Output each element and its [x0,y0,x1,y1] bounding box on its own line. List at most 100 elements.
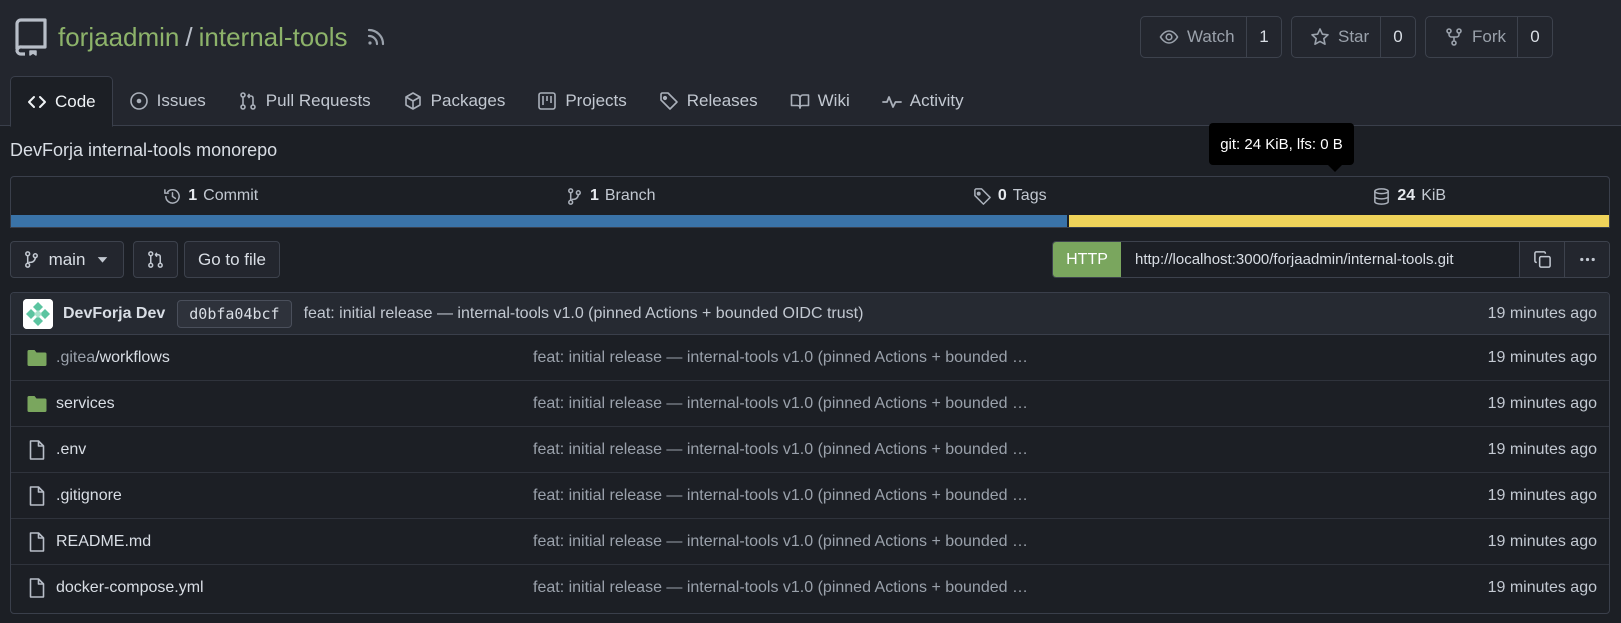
file-name[interactable]: README.md [56,533,533,551]
language-bar[interactable] [11,215,1609,227]
avatar[interactable] [23,298,53,329]
tab-releases[interactable]: Releases [643,76,774,126]
file-commit-time: 19 minutes ago [1487,579,1597,596]
size-tooltip: git: 24 KiB, lfs: 0 B [1209,123,1354,172]
tab-packages-label: Packages [430,91,506,110]
branch-name: main [48,249,86,269]
copy-url-button[interactable] [1519,242,1564,277]
watch-button[interactable]: Watch [1141,17,1246,57]
go-to-file-button[interactable]: Go to file [184,241,280,278]
file-name-prefix: .gitea [56,348,96,366]
watch-label: Watch [1187,27,1235,46]
fork-button[interactable]: Fork [1426,17,1517,57]
history-icon [163,187,182,206]
tab-wiki[interactable]: Wiki [774,76,866,126]
tab-packages[interactable]: Packages [387,76,522,126]
language-segment-blue[interactable] [11,215,1068,227]
watch-group: Watch 1 [1140,16,1282,58]
file-commit-message[interactable]: feat: initial release — internal-tools v… [533,533,1033,551]
star-icon [1310,27,1330,47]
tab-projects[interactable]: Projects [521,76,642,126]
file-name[interactable]: services [56,395,533,413]
chevron-down-icon [93,250,112,269]
file-row: docker-compose.yml feat: initial release … [11,565,1609,611]
branch-selector[interactable]: main [10,241,124,278]
fork-icon [1444,27,1464,47]
database-icon [1372,187,1391,206]
branch-icon [565,187,584,206]
file-commit-message[interactable]: feat: initial release — internal-tools v… [533,441,1033,459]
clone-url-input[interactable] [1121,242,1519,277]
pulse-icon [881,91,902,111]
branch-icon [22,250,41,269]
repo-name-link[interactable]: internal-tools [199,22,348,53]
repo-title: forjaadmin / internal-tools [14,16,386,58]
rss-icon[interactable] [366,27,386,47]
file-commit-time: 19 minutes ago [1487,532,1597,550]
branches-stat[interactable]: 1 Branch [411,177,811,215]
file-name-text: services [56,394,115,412]
more-options-button[interactable] [1564,242,1609,277]
eye-icon [1159,27,1179,47]
star-label: Star [1338,27,1370,46]
tags-label: Tags [1012,187,1047,204]
repo-icon [14,18,48,56]
file-name-text: docker-compose.yml [56,579,204,596]
file-commit-message[interactable]: feat: initial release — internal-tools v… [533,487,1033,505]
repo-header: forjaadmin / internal-tools Watch 1 Star… [0,0,1621,127]
file-commit-message[interactable]: feat: initial release — internal-tools v… [533,395,1033,413]
file-commit-time: 19 minutes ago [1487,486,1597,504]
file-name[interactable]: .gitea/workflows [56,349,533,367]
tab-releases-label: Releases [686,91,758,110]
tab-issues-label: Issues [156,91,206,110]
commit-message[interactable]: feat: initial release — internal-tools v… [304,305,1488,323]
file-row: .gitea/workflows feat: initial release — … [11,335,1609,381]
file-icon [26,577,48,599]
package-icon [403,91,423,111]
repo-stats: 1 Commit 1 Branch 0 Tags 24 KiB [10,176,1610,228]
file-name[interactable]: docker-compose.yml [56,579,533,597]
tab-pull-requests[interactable]: Pull Requests [222,76,387,126]
kebab-horizontal-icon [1578,250,1597,269]
file-commit-message[interactable]: feat: initial release — internal-tools v… [533,349,1033,367]
file-commit-time: 19 minutes ago [1487,348,1597,366]
file-name[interactable]: .gitignore [56,487,533,505]
compare-button[interactable] [133,241,178,278]
pull-request-icon [238,91,258,111]
file-commit-time: 19 minutes ago [1487,394,1597,412]
commit-sha[interactable]: d0bfa04bcf [177,299,292,328]
tab-issues[interactable]: Issues [113,76,222,126]
repo-description: DevForja internal-tools monorepo [10,140,278,160]
commit-time: 19 minutes ago [1487,304,1597,322]
file-row: .env feat: initial release — internal-too… [11,427,1609,473]
file-row: .gitignore feat: initial release — intern… [11,473,1609,519]
branches-count: 1 [589,187,599,204]
tags-stat[interactable]: 0 Tags [810,177,1210,215]
file-name-text: .env [56,440,87,458]
tab-code[interactable]: Code [10,76,113,127]
star-count[interactable]: 0 [1380,17,1415,57]
repo-owner-link[interactable]: forjaadmin [58,22,179,53]
file-name-text: README.md [56,532,152,550]
clone-panel: HTTP [1052,241,1610,278]
tab-code-label: Code [55,91,96,111]
size-stat[interactable]: 24 KiB [1210,177,1610,215]
star-group: Star 0 [1291,16,1416,58]
tab-wiki-label: Wiki [817,91,850,110]
star-button[interactable]: Star [1292,17,1380,57]
latest-commit-row: DevForja Dev d0bfa04bcf feat: initial re… [11,293,1609,335]
commit-author[interactable]: DevForja Dev [63,305,165,323]
clone-protocol-button[interactable]: HTTP [1053,242,1121,277]
file-icon [26,439,48,461]
pull-request-icon [146,250,165,269]
language-segment-yellow[interactable] [1069,215,1609,227]
fork-count[interactable]: 0 [1517,17,1552,57]
file-commit-message[interactable]: feat: initial release — internal-tools v… [533,579,1033,597]
file-name[interactable]: .env [56,441,533,459]
watch-count[interactable]: 1 [1246,17,1281,57]
tab-activity[interactable]: Activity [866,76,980,126]
issue-icon [129,91,149,111]
copy-icon [1533,250,1552,269]
commits-stat[interactable]: 1 Commit [11,177,411,215]
file-row: README.md feat: initial release — interna… [11,519,1609,565]
